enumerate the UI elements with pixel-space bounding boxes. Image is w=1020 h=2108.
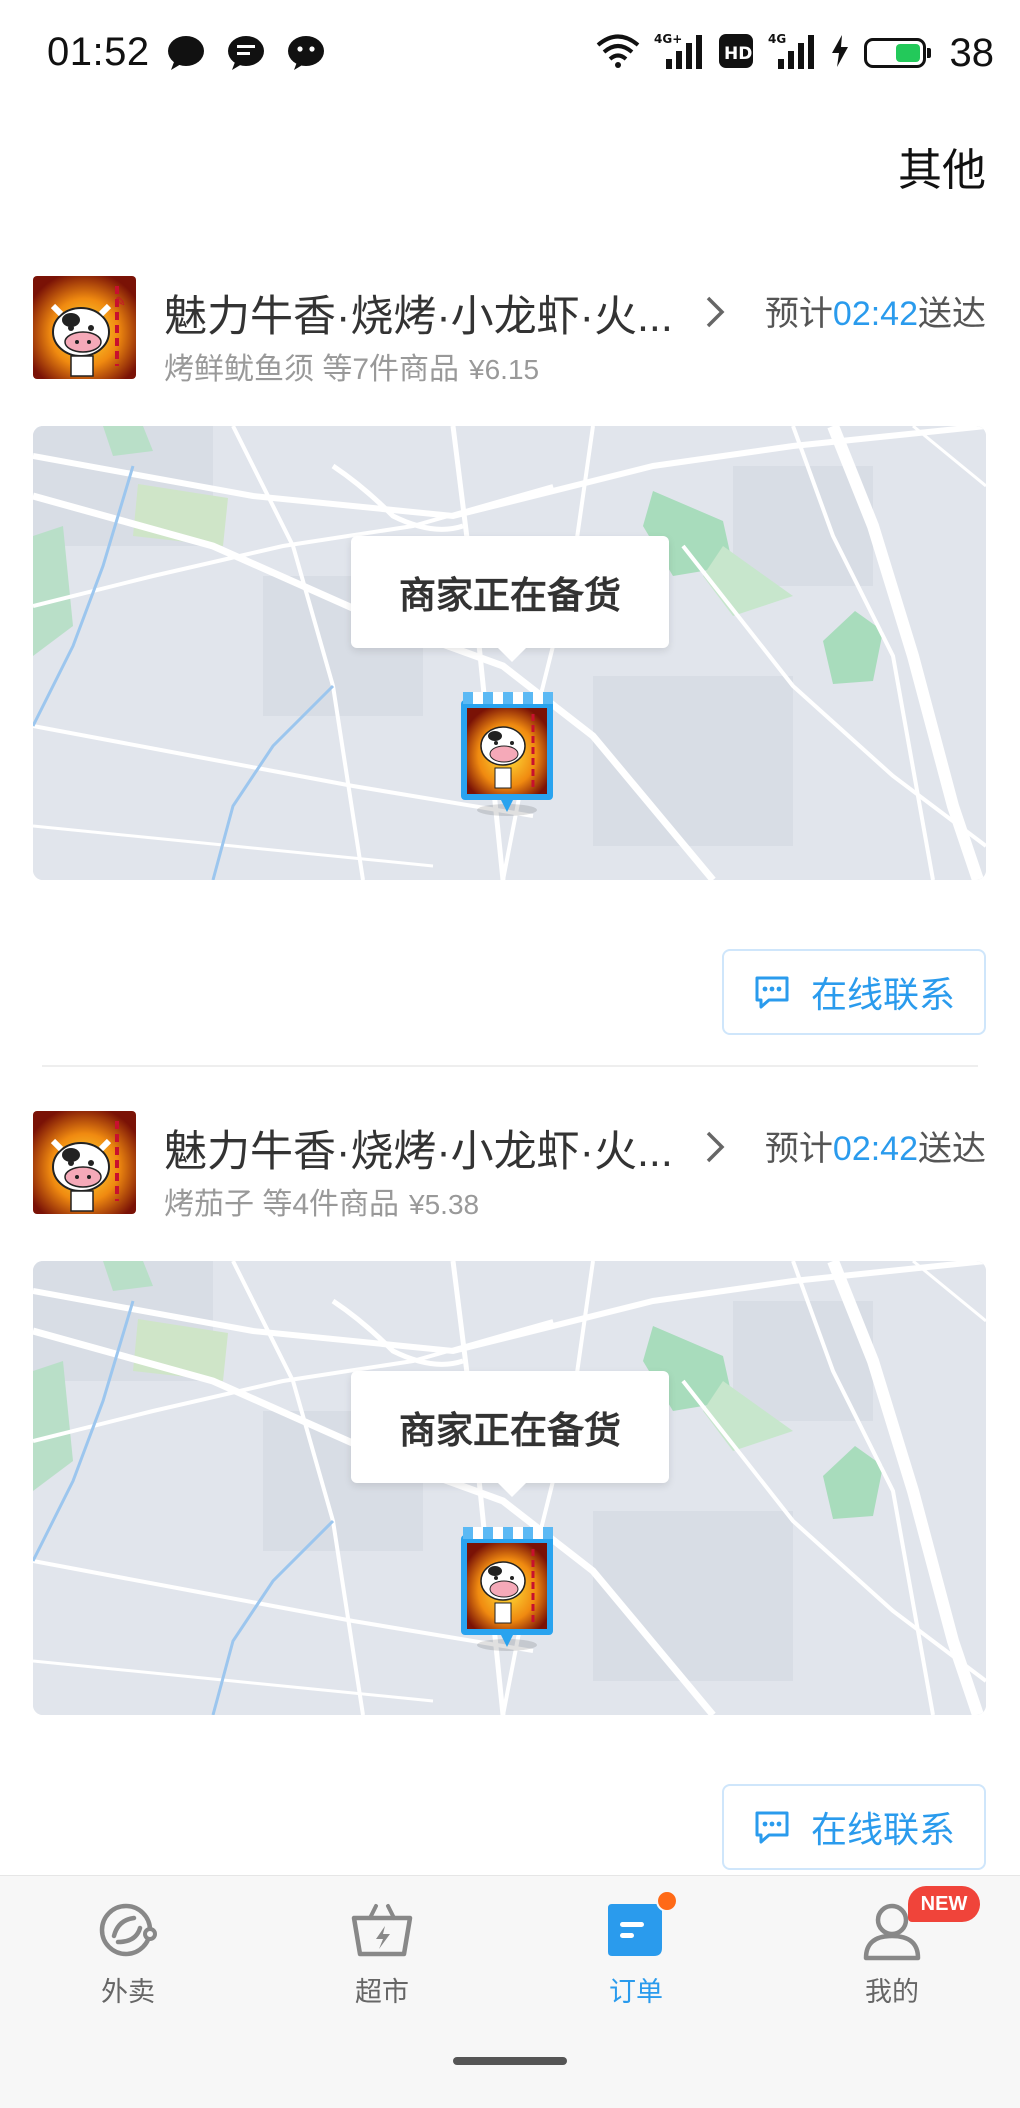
tab-supermarket[interactable]: 超市 [302,1898,462,2008]
eta-prefix: 预计 [764,1130,833,1168]
delivery-eta: 预计02:42送达 [765,1121,986,1170]
status-bar: 01:52 4G+ HD 4G 38 [0,0,1020,108]
items-summary: 烤茄子 等4件商品 ¥5.38 [164,1179,479,1223]
notification-icons [166,34,326,72]
battery-level: 38 [949,30,995,75]
eta-suffix: 送达 [918,1130,986,1168]
eta-suffix: 送达 [918,295,986,333]
delivery-map[interactable]: 商家正在备货 [33,426,986,880]
orders-badge-dot [656,1890,678,1912]
system-status: 4G+ HD 4G 38 [596,30,995,76]
hd-icon: HD [718,33,754,74]
orders-icon [604,1890,678,1962]
order-price: ¥5.38 [409,1189,480,1220]
wifi-icon [596,34,640,73]
wechat-icon [286,34,326,72]
message-icon [226,34,266,72]
svg-text:HD: HD [724,44,752,64]
contact-online-button[interactable]: 在线联系 [722,949,986,1035]
shop-location-pin [457,692,557,822]
shop-logo[interactable]: ✎ [33,276,136,379]
status-time: 01:52 [47,30,150,74]
other-orders-link[interactable]: 其他 [898,134,986,198]
tab-orders[interactable]: 订单 [556,1890,716,2008]
eta-time: 02:42 [832,1130,918,1168]
eta-prefix: 预计 [764,295,833,333]
items-text: 烤茄子 等4件商品 [164,1188,400,1221]
order-price: ¥6.15 [469,354,540,385]
shop-name[interactable]: 魅力牛香·烧烤·小龙虾·火... [164,282,673,344]
contact-online-label: 在线联系 [810,974,955,1015]
items-text: 烤鲜鱿鱼须 等7件商品 [164,353,460,386]
chat-bubble-icon [166,34,206,72]
map-status-bubble: 商家正在备货 [351,536,669,662]
tab-supermarket-label: 超市 [355,1977,409,2007]
map-status-bubble: 商家正在备货 [351,1371,669,1497]
tab-profile[interactable]: NEW 我的 [812,1886,980,2008]
order-divider [42,1065,978,1067]
takeout-icon [96,1898,160,1962]
svg-text:4G: 4G [768,32,786,46]
charging-icon [830,34,850,73]
svg-text:4G+: 4G+ [654,32,682,46]
new-badge: NEW [908,1886,980,1922]
chat-icon [755,1811,789,1844]
shop-logo[interactable] [33,1111,136,1214]
tab-takeout-label: 外卖 [101,1977,155,2007]
bottom-tab-bar: 外卖 超市 订单 NEW 我的 [0,1875,1020,2108]
signal-4g-icon: 4G [768,31,816,76]
chevron-right-icon[interactable] [700,1129,730,1165]
items-summary: 烤鲜鱿鱼须 等7件商品 ¥6.15 [164,344,539,388]
signal-4g-plus-icon: 4G+ [654,31,704,76]
chat-icon [755,976,789,1009]
home-indicator[interactable] [453,2057,567,2065]
tab-takeout[interactable]: 外卖 [48,1898,208,2008]
shop-location-pin [457,1527,557,1657]
tab-orders-label: 订单 [609,1977,663,2007]
shop-name[interactable]: 魅力牛香·烧烤·小龙虾·火... [164,1117,673,1179]
tab-profile-label: 我的 [865,1977,919,2007]
delivery-eta: 预计02:42送达 [765,286,986,335]
contact-online-button[interactable]: 在线联系 [722,1784,986,1870]
delivery-map[interactable]: 商家正在备货 [33,1261,986,1715]
battery-icon [863,38,931,68]
supermarket-basket-icon [350,1898,414,1962]
profile-icon: NEW [860,1886,980,1962]
contact-online-label: 在线联系 [810,1809,955,1850]
eta-time: 02:42 [832,295,918,333]
chevron-right-icon[interactable] [700,294,730,330]
